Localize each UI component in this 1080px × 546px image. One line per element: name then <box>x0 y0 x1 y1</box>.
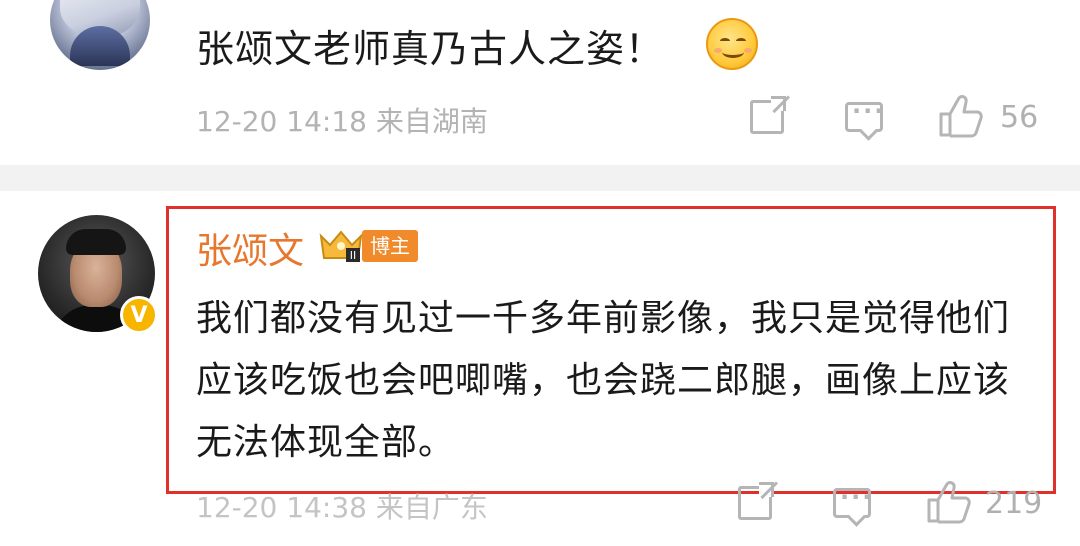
svg-text:II: II <box>350 249 357 262</box>
avatar[interactable] <box>50 0 150 70</box>
like-icon[interactable] <box>938 94 984 138</box>
like-count: 219 <box>985 486 1043 521</box>
crown-icon: II <box>318 228 364 264</box>
comment-text: 我们都没有见过一千多年前影像，我只是觉得他们应该吃饭也会吧唧嘴，也会跷二郎腿，画… <box>196 298 1011 463</box>
share-icon[interactable] <box>750 96 786 134</box>
comment-text: 张颂文老师真乃古人之姿！ <box>196 27 665 71</box>
comment-meta: 12-20 14:18 来自湖南 <box>196 105 488 138</box>
like-count: 56 <box>1000 100 1039 135</box>
blogger-badge: 博主 <box>362 230 418 262</box>
verified-badge: V <box>120 296 158 334</box>
comment-meta: 12-20 14:38 来自广东 <box>196 491 488 524</box>
divider <box>0 165 1080 191</box>
avatar-hair <box>66 229 126 255</box>
comment-icon[interactable] <box>845 97 885 132</box>
comment-icon[interactable] <box>833 483 873 518</box>
smiley-emoji-icon <box>706 18 758 70</box>
like-icon[interactable] <box>926 480 972 524</box>
username[interactable]: 张颂文 <box>196 222 304 274</box>
share-icon[interactable] <box>738 482 774 520</box>
